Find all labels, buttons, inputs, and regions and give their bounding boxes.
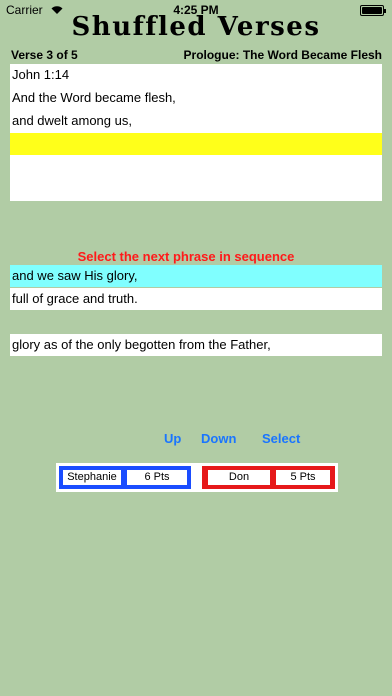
phrase-choice[interactable]: full of grace and truth. — [10, 288, 382, 310]
sequence-phrase: and dwelt among us, — [12, 113, 132, 128]
player-name: Don — [208, 470, 270, 485]
select-button[interactable]: Select — [262, 431, 300, 446]
player-score-card: Don 5 Pts — [202, 466, 335, 489]
app-title: Shuffled Verses — [71, 12, 321, 42]
verse-sequence-box: John 1:14 And the Word became flesh, and… — [10, 64, 382, 201]
sequence-phrase: And the Word became flesh, — [12, 90, 176, 105]
up-button[interactable]: Up — [164, 431, 181, 446]
phrase-choice[interactable]: glory as of the only begotten from the F… — [10, 334, 382, 356]
passage-title: Prologue: The Word Became Flesh — [183, 48, 382, 62]
next-phrase-slot — [10, 133, 382, 155]
player-score-card: Stephanie 6 Pts — [59, 466, 191, 489]
player-name: Stephanie — [63, 470, 121, 485]
score-board: Stephanie 6 Pts Don 5 Pts — [56, 463, 338, 492]
player-points: 6 Pts — [127, 470, 187, 485]
instruction-prompt: Select the next phrase in sequence — [77, 249, 295, 264]
phrase-choice[interactable]: and we saw His glory, — [10, 265, 382, 287]
down-button[interactable]: Down — [201, 431, 236, 446]
verse-reference: John 1:14 — [12, 67, 70, 82]
player-points: 5 Pts — [276, 470, 330, 485]
verse-counter: Verse 3 of 5 — [11, 48, 78, 62]
phrase-choices: and we saw His glory, full of grace and … — [10, 265, 382, 311]
